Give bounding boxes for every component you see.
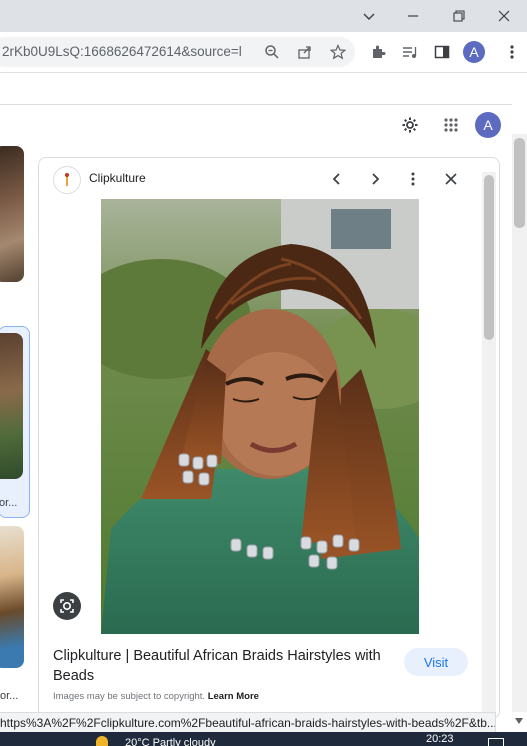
status-bar-url: https%3A%2F%2Fclipkulture.com%2Fbeautifu… [0,712,496,733]
close-window-icon[interactable] [481,0,527,32]
more-options-icon[interactable] [401,167,425,191]
page-scrollbar-thumb[interactable] [514,138,525,228]
copyright-notice: Images may be subject to copyright. Lear… [53,691,259,702]
google-account-avatar[interactable]: A [475,112,501,138]
os-taskbar: 20°C Partly cloudy 20:23 [0,732,527,746]
side-panel-icon[interactable] [430,40,454,64]
panel-scrollbar-thumb[interactable] [484,175,494,340]
result-caption: or... [0,690,19,702]
learn-more-link[interactable]: Learn More [208,691,259,702]
media-queue-icon[interactable] [398,40,422,64]
preview-image[interactable] [101,199,419,634]
result-thumbnail[interactable] [0,526,24,668]
zoom-icon[interactable] [260,40,284,64]
panel-header: Clipkulture [39,158,499,202]
apps-grid-icon[interactable] [439,113,463,137]
close-panel-icon[interactable] [439,167,463,191]
tab-search-chevron-icon[interactable] [346,0,392,32]
scroll-down-arrow-icon[interactable] [514,716,524,726]
bookmark-star-icon[interactable] [326,40,350,64]
browser-menu-icon[interactable] [500,40,524,64]
image-title-link[interactable]: Clipkulture | Beautiful African Braids H… [53,646,393,686]
url-text[interactable]: 2rKb0U9LsQ:1668626472614&source=l... [2,44,242,59]
visit-button[interactable]: Visit [404,648,468,676]
source-favicon-icon [53,166,81,194]
settings-gear-icon[interactable] [398,113,422,137]
address-bar[interactable]: 2rKb0U9LsQ:1668626472614&source=l... [0,37,355,67]
restore-icon[interactable] [436,0,482,32]
profile-avatar[interactable]: A [463,41,485,63]
image-preview-panel: Clipkulture Clipkulture | Beautiful Afri… [38,157,500,719]
extensions-puzzle-icon[interactable] [366,40,390,64]
google-header: A [0,104,512,145]
result-caption: or... [0,497,18,509]
weather-sun-icon [96,736,108,746]
notifications-icon[interactable] [488,738,504,746]
next-image-icon[interactable] [363,167,387,191]
google-lens-icon[interactable] [53,592,81,620]
browser-toolbar: 2rKb0U9LsQ:1668626472614&source=l... A [0,32,527,73]
source-name[interactable]: Clipkulture [89,171,146,185]
taskbar-clock[interactable]: 20:23 [426,733,454,745]
previous-image-icon[interactable] [325,167,349,191]
result-thumbnail-image [0,333,23,479]
window-title-bar [0,0,527,32]
weather-text[interactable]: 20°C Partly cloudy [125,737,216,746]
share-icon[interactable] [293,40,317,64]
minimize-icon[interactable] [390,0,436,32]
copyright-text: Images may be subject to copyright. [53,691,206,702]
result-card-selected[interactable]: or... [0,326,30,518]
result-thumbnail[interactable] [0,146,24,282]
